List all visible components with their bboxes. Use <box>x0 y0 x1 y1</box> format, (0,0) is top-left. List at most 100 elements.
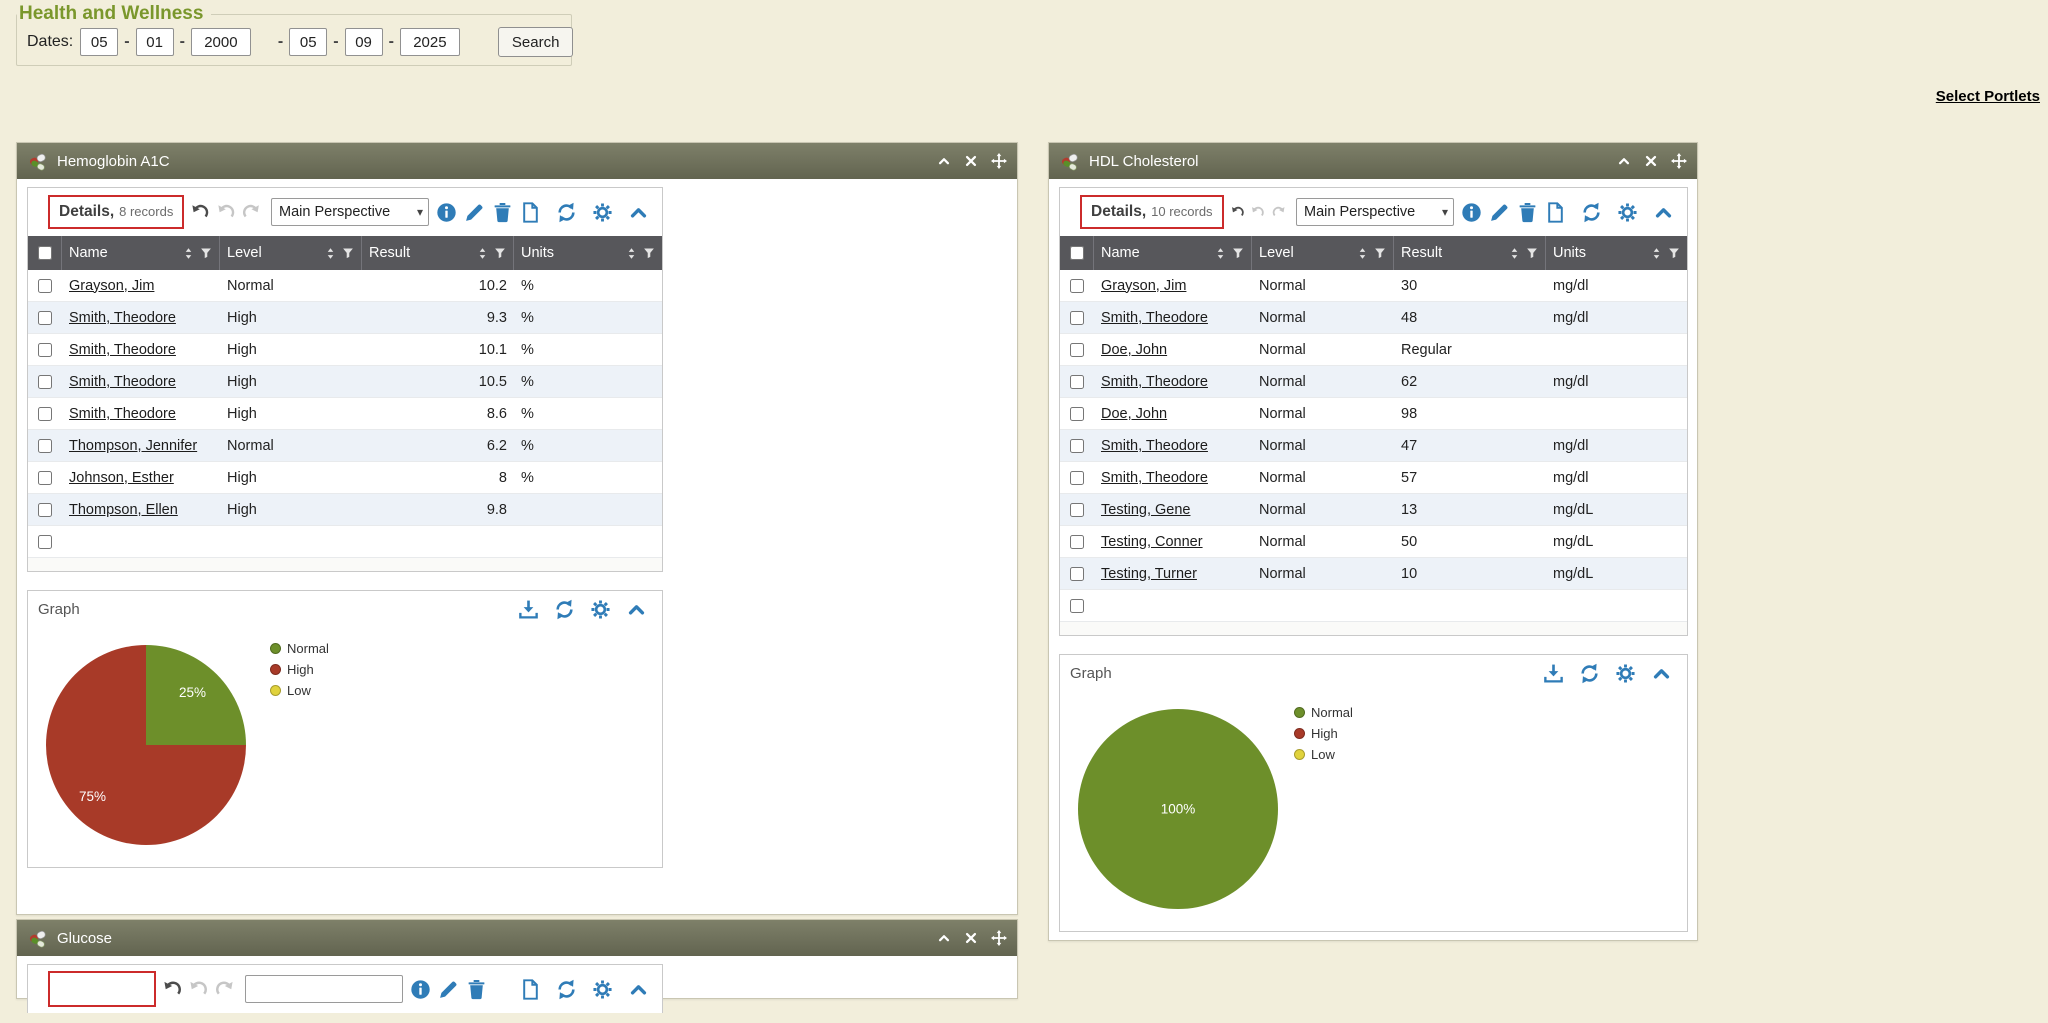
close-portlet-icon[interactable] <box>1644 154 1658 168</box>
delete-icon[interactable] <box>492 202 513 223</box>
refresh-icon[interactable] <box>556 202 577 223</box>
close-portlet-icon[interactable] <box>964 154 978 168</box>
gear-icon[interactable] <box>590 599 611 620</box>
undo-icon[interactable] <box>191 203 209 222</box>
edit-icon[interactable] <box>1489 202 1510 223</box>
perspective-dropdown[interactable]: Main Perspective ▾ <box>1296 198 1454 226</box>
sort-icon[interactable] <box>1214 247 1227 260</box>
portlet-titlebar[interactable]: HDL Cholesterol <box>1049 143 1697 179</box>
move-portlet-icon[interactable] <box>991 930 1007 946</box>
column-header-name[interactable]: Name <box>1094 236 1252 270</box>
patient-name-link[interactable]: Smith, Theodore <box>1101 470 1208 486</box>
refresh-icon[interactable] <box>1579 663 1600 684</box>
row-checkbox[interactable] <box>1070 407 1084 421</box>
column-header-result[interactable]: Result <box>362 236 514 270</box>
edit-icon[interactable] <box>438 979 459 1000</box>
info-icon[interactable] <box>1461 202 1482 223</box>
gear-icon[interactable] <box>592 202 613 223</box>
undo-icon[interactable] <box>163 980 182 999</box>
row-checkbox[interactable] <box>1070 375 1084 389</box>
redo-icon[interactable] <box>215 980 234 999</box>
patient-name-link[interactable]: Smith, Theodore <box>69 406 176 422</box>
collapse-section-icon[interactable] <box>1653 202 1674 223</box>
collapse-section-icon[interactable] <box>628 202 649 223</box>
info-icon[interactable] <box>410 979 431 1000</box>
undo-all-icon[interactable] <box>217 203 235 222</box>
row-checkbox[interactable] <box>38 439 52 453</box>
filter-icon[interactable] <box>494 247 506 259</box>
search-button[interactable]: Search <box>498 27 574 57</box>
download-icon[interactable] <box>518 599 539 620</box>
perspective-dropdown[interactable]: Main Perspective ▾ <box>271 198 429 226</box>
sort-icon[interactable] <box>1650 247 1663 260</box>
row-checkbox[interactable] <box>1070 279 1084 293</box>
row-checkbox[interactable] <box>38 311 52 325</box>
row-checkbox[interactable] <box>1070 599 1084 613</box>
row-checkbox[interactable] <box>38 407 52 421</box>
document-icon[interactable] <box>520 202 541 223</box>
edit-icon[interactable] <box>464 202 485 223</box>
redo-icon[interactable] <box>1272 203 1285 222</box>
sort-icon[interactable] <box>324 247 337 260</box>
patient-name-link[interactable]: Thompson, Jennifer <box>69 438 197 454</box>
row-checkbox[interactable] <box>1070 471 1084 485</box>
portlet-titlebar[interactable]: Glucose <box>17 920 1017 956</box>
column-header-name[interactable]: Name <box>62 236 220 270</box>
column-header-units[interactable]: Units <box>514 236 662 270</box>
refresh-icon[interactable] <box>556 979 577 1000</box>
collapse-section-icon[interactable] <box>1651 663 1672 684</box>
patient-name-link[interactable]: Smith, Theodore <box>69 310 176 326</box>
sort-icon[interactable] <box>182 247 195 260</box>
info-icon[interactable] <box>436 202 457 223</box>
gear-icon[interactable] <box>1617 202 1638 223</box>
filter-icon[interactable] <box>643 247 655 259</box>
undo-all-icon[interactable] <box>189 980 208 999</box>
refresh-icon[interactable] <box>554 599 575 620</box>
patient-name-link[interactable]: Smith, Theodore <box>69 374 176 390</box>
row-checkbox[interactable] <box>38 279 52 293</box>
column-header-level[interactable]: Level <box>220 236 362 270</box>
row-checkbox[interactable] <box>38 375 52 389</box>
row-checkbox[interactable] <box>1070 535 1084 549</box>
patient-name-link[interactable]: Smith, Theodore <box>1101 310 1208 326</box>
column-header-result[interactable]: Result <box>1394 236 1546 270</box>
document-icon[interactable] <box>520 979 541 1000</box>
filter-icon[interactable] <box>1526 247 1538 259</box>
to-month-field[interactable] <box>289 28 327 56</box>
download-icon[interactable] <box>1543 663 1564 684</box>
to-year-field[interactable] <box>400 28 460 56</box>
row-checkbox[interactable] <box>1070 439 1084 453</box>
row-checkbox[interactable] <box>1070 567 1084 581</box>
row-checkbox[interactable] <box>1070 343 1084 357</box>
collapse-section-icon[interactable] <box>628 979 649 1000</box>
patient-name-link[interactable]: Grayson, Jim <box>69 278 154 294</box>
move-portlet-icon[interactable] <box>1671 153 1687 169</box>
patient-name-link[interactable]: Johnson, Esther <box>69 470 174 486</box>
sort-icon[interactable] <box>476 247 489 260</box>
patient-name-link[interactable]: Smith, Theodore <box>1101 374 1208 390</box>
select-all-checkbox[interactable] <box>1070 246 1084 260</box>
filter-icon[interactable] <box>1668 247 1680 259</box>
filter-icon[interactable] <box>342 247 354 259</box>
collapse-portlet-icon[interactable] <box>937 154 951 168</box>
collapse-portlet-icon[interactable] <box>937 931 951 945</box>
from-day-field[interactable] <box>136 28 174 56</box>
row-checkbox[interactable] <box>38 535 52 549</box>
filter-icon[interactable] <box>1374 247 1386 259</box>
from-month-field[interactable] <box>80 28 118 56</box>
gear-icon[interactable] <box>592 979 613 1000</box>
patient-name-link[interactable]: Grayson, Jim <box>1101 278 1186 294</box>
collapse-section-icon[interactable] <box>626 599 647 620</box>
refresh-icon[interactable] <box>1581 202 1602 223</box>
delete-icon[interactable] <box>1517 202 1538 223</box>
collapse-portlet-icon[interactable] <box>1617 154 1631 168</box>
move-portlet-icon[interactable] <box>991 153 1007 169</box>
select-all-checkbox[interactable] <box>38 246 52 260</box>
delete-icon[interactable] <box>466 979 487 1000</box>
patient-name-link[interactable]: Smith, Theodore <box>69 342 176 358</box>
portlet-titlebar[interactable]: Hemoglobin A1C <box>17 143 1017 179</box>
select-portlets-link[interactable]: Select Portlets <box>1936 88 2040 105</box>
undo-icon[interactable] <box>1231 203 1244 222</box>
redo-icon[interactable] <box>242 203 260 222</box>
sort-icon[interactable] <box>1356 247 1369 260</box>
